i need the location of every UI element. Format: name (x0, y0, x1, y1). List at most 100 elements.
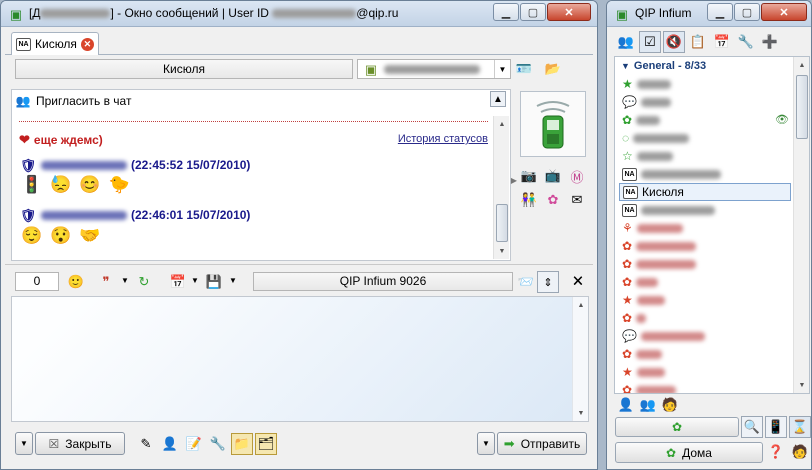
settings-icon[interactable]: 🔧 (735, 31, 757, 53)
invite-to-chat-button[interactable]: 👥 Пригласить в чат (14, 92, 132, 110)
contact-row[interactable]: 💬 (619, 327, 791, 345)
contact-row[interactable]: ✿ (619, 381, 791, 393)
contact-row[interactable]: NA (619, 165, 791, 183)
scroll-up-icon[interactable]: ▲ (494, 116, 510, 132)
contacts-icon[interactable]: 👫 (518, 189, 540, 211)
minimize-button[interactable]: ▁ (707, 3, 733, 21)
history-scrollbar[interactable]: ▲ ▼ (493, 116, 509, 259)
calendar-icon[interactable]: 📅 (711, 31, 733, 53)
na-status-icon: NA (623, 185, 638, 199)
scroll-thumb[interactable] (796, 75, 808, 139)
home-status-icon: ✿ (666, 445, 677, 460)
blurred-user-id (272, 9, 357, 19)
translit-icon[interactable]: ↻ (133, 271, 155, 293)
account-select[interactable]: ▣ ▼ (357, 59, 511, 79)
history-folder-icon[interactable]: 🗂 (255, 433, 277, 455)
chat-titlebar[interactable]: ▣ [Д] - Окно сообщений | User ID @qip.ru… (1, 1, 597, 27)
tab-close-icon[interactable]: ✕ (80, 37, 94, 51)
contact-row[interactable]: ✿ (619, 345, 791, 363)
find-user-icon[interactable]: 👥 (639, 395, 657, 413)
chat-window: ▣ [Д] - Окно сообщений | User ID @qip.ru… (0, 0, 598, 470)
maximize-button[interactable]: ▢ (520, 3, 546, 21)
menu-dropdown-button[interactable]: ▼ (15, 432, 33, 455)
close-button[interactable]: ☒ Закрыть (35, 432, 125, 455)
smiley-icon[interactable]: 🙂 (65, 271, 87, 293)
scroll-down-icon[interactable]: ▼ (794, 377, 809, 393)
mobile-icon[interactable]: 📱 (765, 416, 787, 438)
contact-row[interactable]: ✿ (619, 309, 791, 327)
splitter[interactable] (5, 264, 593, 267)
contact-row[interactable]: ✿ 👁 (619, 111, 791, 129)
contact-row-selected[interactable]: NA Кисюля (619, 183, 791, 201)
calendar-icon[interactable]: 📅 (167, 271, 189, 293)
close-tab-icon[interactable]: 🗙 (567, 271, 589, 293)
add-contact-icon[interactable]: ➕ (759, 31, 781, 53)
contact-row[interactable]: ★ (619, 291, 791, 309)
minimize-button[interactable]: ▁ (493, 3, 519, 21)
contact-card-icon[interactable]: 🪪 (513, 58, 535, 80)
maximize-button[interactable]: ▢ (734, 3, 760, 21)
expand-icon[interactable]: ⇕ (537, 271, 559, 293)
mail-m-icon[interactable]: Ⓜ (566, 165, 588, 187)
group-general[interactable]: ▼ General - 8/33 (615, 57, 809, 75)
scroll-thumb[interactable] (496, 204, 508, 242)
close-icon: ☒ (48, 436, 60, 451)
group-user-icon[interactable]: 🧑 (661, 395, 679, 413)
send-options-button[interactable]: ▼ (477, 432, 495, 455)
contacts-icon[interactable]: 👥 (615, 31, 637, 53)
search-icon[interactable]: 🔍 (741, 416, 763, 438)
send-file-icon[interactable]: 📨 (515, 271, 537, 293)
chevron-down-icon[interactable]: ▼ (121, 276, 129, 285)
quote-icon[interactable]: ❞ (95, 271, 117, 293)
scroll-down-icon[interactable]: ▼ (494, 243, 510, 259)
status-history-link[interactable]: История статусов (398, 133, 488, 145)
message-smiles-2: 😌 😯 🤝 (21, 226, 101, 246)
add-user-icon[interactable]: 👤 (617, 395, 635, 413)
folder-icon[interactable]: 📂 (542, 58, 564, 80)
close-window-button[interactable]: ✕ (547, 3, 591, 21)
question-icon[interactable]: ❓ (765, 441, 787, 463)
user-profile-icon[interactable]: 🧑 (789, 441, 811, 463)
contact-row[interactable]: NA (619, 201, 791, 219)
message-time: (22:46:01 15/07/2010) (131, 208, 251, 222)
contact-list-scrollbar[interactable]: ▲ ▼ (793, 57, 809, 393)
tools-icon[interactable]: 🔧 (207, 433, 229, 455)
contact-row[interactable]: ✿ (619, 255, 791, 273)
contact-row[interactable]: ★ (619, 75, 791, 93)
contact-row[interactable]: ⚘ (619, 219, 791, 237)
status-home-button[interactable]: ✿ Дома (615, 442, 763, 463)
chevron-down-icon[interactable]: ▼ (229, 276, 237, 285)
status-selector[interactable]: ✿ (615, 417, 739, 437)
tab-kisyulya[interactable]: NA Кисюля ✕ (11, 32, 99, 55)
scroll-down-icon[interactable]: ▼ (573, 405, 589, 421)
scroll-up-icon[interactable]: ▲ (794, 57, 809, 73)
close-window-button[interactable]: ✕ (761, 3, 807, 21)
contact-row[interactable]: 💬 (619, 93, 791, 111)
history-icon[interactable]: 📋 (687, 31, 709, 53)
contact-row[interactable]: ◌ (619, 129, 791, 147)
chevron-down-icon[interactable]: ▼ (494, 60, 510, 78)
camera-icon[interactable]: 📷 (518, 165, 540, 187)
scroll-up-icon[interactable]: ▲ (573, 297, 589, 313)
envelope-icon[interactable]: ✉ (566, 189, 588, 211)
show-offline-icon[interactable]: ☑ (639, 31, 661, 53)
contact-row[interactable]: ☆ (619, 147, 791, 165)
tv-icon[interactable]: 📺 (542, 165, 564, 187)
chevron-down-icon[interactable]: ▼ (191, 276, 199, 285)
send-button[interactable]: ➡ Отправить (497, 432, 587, 455)
qip-titlebar[interactable]: ▣ QIP Infium ▁ ▢ ✕ (607, 1, 811, 27)
sound-mute-icon[interactable]: 🔇 (663, 31, 685, 53)
save-icon[interactable]: 💾 (203, 271, 225, 293)
contact-row[interactable]: ✿ (619, 273, 791, 291)
flower-icon[interactable]: ✿ (542, 189, 564, 211)
notes-icon[interactable]: 📝 (183, 433, 205, 455)
collapse-icon[interactable]: ▲ (490, 91, 506, 107)
user-info-icon[interactable]: 👤 (159, 433, 181, 455)
pencil-icon[interactable]: ✎ (135, 433, 157, 455)
message-input[interactable]: ▲ ▼ (11, 296, 589, 422)
input-scrollbar[interactable]: ▲ ▼ (572, 297, 588, 421)
folder-toggle-icon[interactable]: 📁 (231, 433, 253, 455)
contact-row[interactable]: ★ (619, 363, 791, 381)
contact-row[interactable]: ✿ (619, 237, 791, 255)
hourglass-icon[interactable]: ⌛ (789, 416, 811, 438)
